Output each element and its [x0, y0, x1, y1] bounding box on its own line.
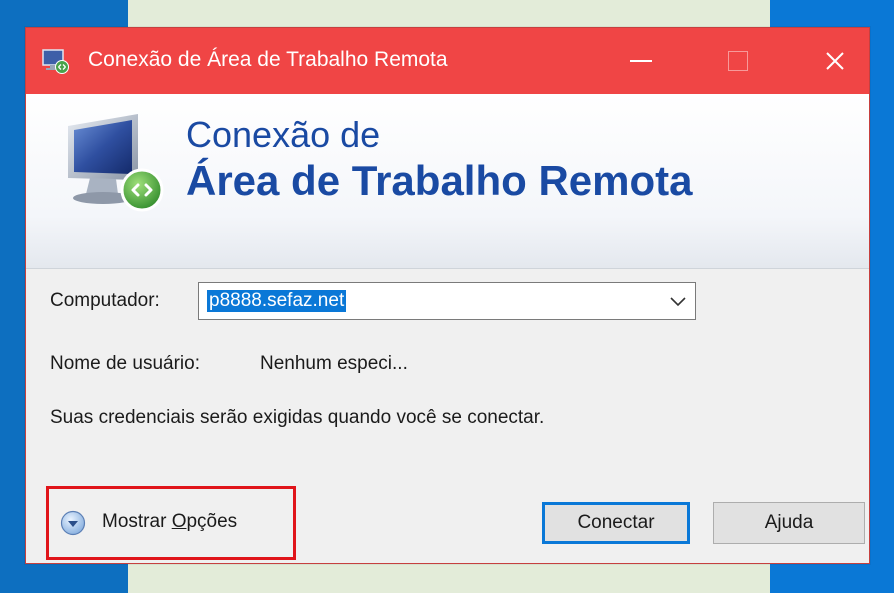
connect-button[interactable]: Conectar: [542, 502, 690, 544]
username-value: Nenhum especi...: [260, 353, 408, 374]
close-icon: [826, 52, 844, 70]
expand-circle-icon[interactable]: [60, 510, 86, 536]
show-options-text-prefix: Mostrar: [102, 511, 172, 532]
show-options-link[interactable]: Mostrar Opções: [102, 511, 237, 533]
chevron-down-icon[interactable]: [669, 293, 687, 309]
maximize-button: [705, 28, 771, 94]
title-bar[interactable]: Conexão de Área de Trabalho Remota: [26, 28, 869, 94]
computer-label: Computador:: [50, 290, 160, 311]
remote-desktop-icon: [42, 49, 69, 74]
computer-combobox[interactable]: p8888.sefaz.net: [198, 282, 696, 320]
help-button[interactable]: Ajuda: [713, 502, 865, 544]
show-options-accesskey: O: [171, 511, 187, 532]
username-label: Nome de usuário:: [50, 353, 200, 374]
banner: Conexão de Área de Trabalho Remota: [26, 94, 869, 269]
credentials-notice: Suas credenciais serão exigidas quando v…: [50, 407, 545, 428]
banner-title-line1: Conexão de: [186, 114, 381, 155]
close-button[interactable]: [802, 28, 868, 94]
minimize-button[interactable]: [608, 28, 674, 94]
remote-desktop-dialog: Conexão de Área de Trabalho Remota Conex…: [25, 27, 870, 564]
banner-title-line2: Área de Trabalho Remota: [186, 157, 693, 204]
maximize-icon: [728, 51, 748, 71]
minimize-icon: [630, 60, 652, 62]
computer-input-value[interactable]: p8888.sefaz.net: [207, 290, 347, 312]
show-options-text-suffix: pções: [186, 511, 238, 532]
monitor-remote-icon: [68, 114, 164, 212]
window-title: Conexão de Área de Trabalho Remota: [88, 48, 448, 71]
